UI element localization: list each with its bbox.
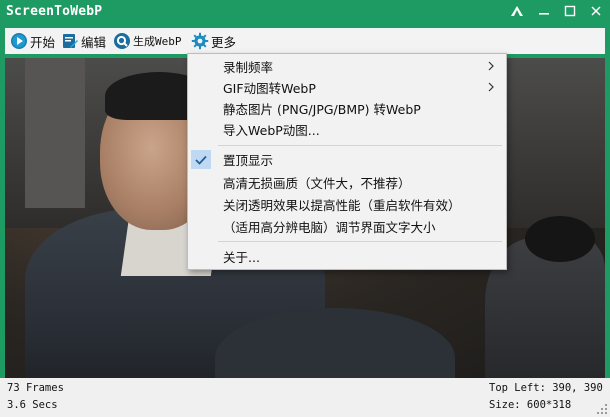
menu-item-about[interactable]: 关于... xyxy=(188,246,506,267)
toolbar: 开始 编辑 生成WebP 更多 xyxy=(5,28,605,54)
more-menu: 录制频率 GIF动图转WebP 静态图片 (PNG/JPG/BMP) 转WebP… xyxy=(187,53,507,270)
edit-icon xyxy=(61,32,79,50)
frames-count: 73 Frames xyxy=(7,382,64,394)
menu-item-static-to-webp[interactable]: 静态图片 (PNG/JPG/BMP) 转WebP xyxy=(188,98,506,119)
edit-button[interactable]: 编辑 xyxy=(61,30,106,52)
pin-icon[interactable] xyxy=(504,0,530,22)
menu-item-record-frequency[interactable]: 录制频率 xyxy=(188,56,506,77)
menu-item-import-webp[interactable]: 导入WebP动图... xyxy=(188,119,506,140)
maximize-icon[interactable] xyxy=(557,0,583,22)
menu-item-hd-lossless[interactable]: 高清无损画质（文件大，不推荐） xyxy=(188,172,506,193)
menu-item-gif-to-webp[interactable]: GIF动图转WebP xyxy=(188,77,506,98)
generate-icon xyxy=(113,32,131,50)
start-button[interactable]: 开始 xyxy=(10,30,55,52)
right-frame-border xyxy=(605,24,610,378)
top-left-coordinates: Top Left: 390, 390 xyxy=(489,382,603,394)
duration-secs: 3.6 Secs xyxy=(7,399,58,411)
generate-webp-button[interactable]: 生成WebP xyxy=(113,30,182,52)
more-label: 更多 xyxy=(211,34,237,50)
menu-item-always-on-top[interactable]: 置顶显示 xyxy=(188,149,506,170)
more-button[interactable]: 更多 xyxy=(191,30,236,52)
start-label: 开始 xyxy=(30,34,56,50)
capture-size: Size: 600*318 xyxy=(489,399,572,411)
minimize-icon[interactable] xyxy=(531,0,557,22)
check-icon xyxy=(191,150,211,169)
app-window: ScreenToWebP 开始 编辑 生成WebP 更多 录制频率 GIF动图转… xyxy=(0,0,610,417)
right-figure-hair xyxy=(525,216,595,262)
submenu-arrow-icon xyxy=(488,82,494,92)
window-title: ScreenToWebP xyxy=(6,4,103,19)
menu-item-ui-text-size[interactable]: （适用高分辨电脑）调节界面文字大小 xyxy=(188,216,506,237)
background-doorway xyxy=(25,58,85,208)
play-icon xyxy=(10,32,28,50)
resize-grip-icon[interactable] xyxy=(596,403,608,415)
menu-separator xyxy=(218,241,502,242)
menu-separator xyxy=(218,145,502,146)
title-bar[interactable]: ScreenToWebP xyxy=(0,0,610,24)
close-icon[interactable] xyxy=(583,0,609,22)
gear-icon xyxy=(191,32,209,50)
generate-label: 生成WebP xyxy=(133,35,182,48)
status-bar: 73 Frames 3.6 Secs Top Left: 390, 390 Si… xyxy=(0,378,610,417)
submenu-arrow-icon xyxy=(488,61,494,71)
edit-label: 编辑 xyxy=(81,34,107,50)
menu-item-disable-transparency[interactable]: 关闭透明效果以提高性能（重启软件有效） xyxy=(188,194,506,215)
